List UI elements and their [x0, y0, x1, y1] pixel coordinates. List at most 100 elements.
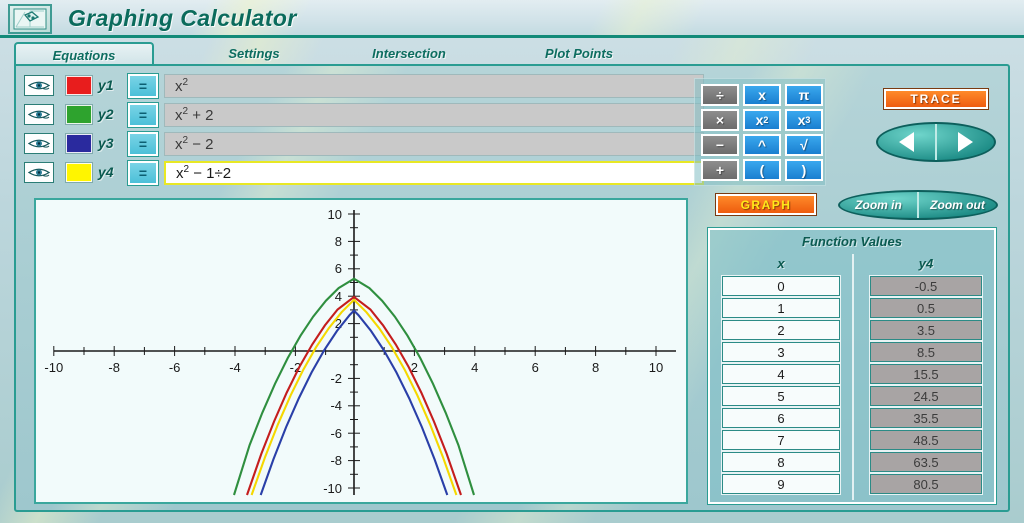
y-value-cell: 3.5 — [870, 320, 982, 340]
multiply-key[interactable]: × — [701, 109, 739, 131]
svg-text:-4: -4 — [330, 398, 342, 413]
left-paren-key[interactable]: ( — [743, 159, 781, 181]
svg-text:6: 6 — [532, 360, 539, 375]
equation-label: y3 — [98, 135, 114, 151]
plus-key[interactable]: + — [701, 159, 739, 181]
x-value-cell[interactable]: 0 — [722, 276, 840, 296]
x-value-cell[interactable]: 1 — [722, 298, 840, 318]
svg-text:6: 6 — [335, 261, 342, 276]
function-values-panel: Function Values x y4 0 -0.5 1 0.5 2 3.5 … — [708, 228, 996, 504]
equation-text: x2 − 2 — [175, 135, 214, 153]
equation-label: y2 — [98, 106, 114, 122]
square-root-key[interactable]: √ — [785, 134, 823, 156]
trace-left-button[interactable] — [878, 124, 937, 160]
equation-input[interactable]: x2 + 2 — [164, 103, 704, 127]
equation-label: y4 — [98, 164, 114, 180]
column-divider — [852, 254, 854, 500]
graph-button[interactable]: GRAPH — [716, 194, 816, 215]
graphing-calculator-window: Graphing Calculator Equations Settings I… — [0, 0, 1024, 523]
y-value-cell: 80.5 — [870, 474, 982, 494]
y-value-cell: 48.5 — [870, 430, 982, 450]
tab-plot-points[interactable]: Plot Points — [504, 42, 654, 66]
y-value-cell: -0.5 — [870, 276, 982, 296]
calculator-keypad: ÷ x π × x2 x3 − ^ √ + ( ) — [694, 78, 826, 186]
color-swatch[interactable] — [66, 163, 92, 182]
equation-text: x2 − 1÷2 — [176, 164, 232, 182]
x-value-cell[interactable]: 4 — [722, 364, 840, 384]
tab-bar: Equations Settings Intersection Plot Poi… — [14, 42, 1010, 66]
equation-label: y1 — [98, 77, 114, 93]
arrow-left-icon — [899, 132, 914, 152]
x-value-cell[interactable]: 6 — [722, 408, 840, 428]
svg-text:8: 8 — [335, 234, 342, 249]
x-value-cell[interactable]: 7 — [722, 430, 840, 450]
color-swatch[interactable] — [66, 76, 92, 95]
y-value-cell: 8.5 — [870, 342, 982, 362]
title-bar: Graphing Calculator — [0, 0, 1024, 38]
svg-text:10: 10 — [328, 207, 342, 222]
equation-input[interactable]: x2 — [164, 74, 704, 98]
page-title: Graphing Calculator — [68, 5, 297, 31]
svg-text:-10: -10 — [323, 481, 342, 496]
trace-right-button[interactable] — [937, 124, 994, 160]
equals-button[interactable]: = — [128, 103, 158, 127]
tab-intersection[interactable]: Intersection — [334, 42, 484, 66]
zoom-out-button[interactable]: Zoom out — [919, 192, 996, 218]
variable-x-key[interactable]: x — [743, 84, 781, 106]
equation-text: x2 + 2 — [175, 106, 214, 124]
eye-icon[interactable] — [24, 133, 54, 154]
y-value-cell: 24.5 — [870, 386, 982, 406]
equation-input-active[interactable]: x2 − 1÷2 — [164, 161, 704, 185]
equals-button[interactable]: = — [128, 132, 158, 156]
app-logo-icon — [8, 4, 52, 34]
eye-icon[interactable] — [24, 104, 54, 125]
x-value-cell[interactable]: 3 — [722, 342, 840, 362]
graph-plot-area[interactable]: -10 -8 -6 -4 -2 2 46 8 10 10 8 64 2 -2 -4 -6 -8… — [34, 198, 688, 504]
divide-key[interactable]: ÷ — [701, 84, 739, 106]
zoom-control-pad: Zoom in Zoom out — [838, 190, 998, 220]
svg-text:-8: -8 — [330, 453, 342, 468]
x-value-cell[interactable]: 5 — [722, 386, 840, 406]
svg-text:8: 8 — [592, 360, 599, 375]
minus-key[interactable]: − — [701, 134, 739, 156]
column-header-x: x — [777, 256, 785, 271]
svg-text:-4: -4 — [229, 360, 241, 375]
x-value-cell[interactable]: 2 — [722, 320, 840, 340]
svg-text:10: 10 — [649, 360, 663, 375]
x-value-cell[interactable]: 9 — [722, 474, 840, 494]
right-paren-key[interactable]: ) — [785, 159, 823, 181]
x-squared-key[interactable]: x2 — [743, 109, 781, 131]
svg-text:-6: -6 — [169, 360, 181, 375]
tab-settings[interactable]: Settings — [184, 42, 324, 66]
equation-input[interactable]: x2 − 2 — [164, 132, 704, 156]
column-header-y4: y4 — [918, 256, 934, 271]
equation-text: x2 — [175, 77, 189, 95]
equals-button[interactable]: = — [128, 161, 158, 185]
svg-text:4: 4 — [471, 360, 478, 375]
x-cubed-key[interactable]: x3 — [785, 109, 823, 131]
y-value-cell: 35.5 — [870, 408, 982, 428]
svg-text:-8: -8 — [108, 360, 120, 375]
y-value-cell: 63.5 — [870, 452, 982, 472]
pi-key[interactable]: π — [785, 84, 823, 106]
svg-text:-10: -10 — [44, 360, 63, 375]
color-swatch[interactable] — [66, 105, 92, 124]
equals-button[interactable]: = — [128, 74, 158, 98]
trace-button[interactable]: TRACE — [884, 89, 988, 109]
equations-panel: y1 = x2 y2 = x2 + 2 y3 = x2 − 2 y4 = x2 … — [14, 64, 1010, 512]
y-value-cell: 0.5 — [870, 298, 982, 318]
trace-arrow-pad — [876, 122, 996, 162]
zoom-in-button[interactable]: Zoom in — [840, 192, 919, 218]
color-swatch[interactable] — [66, 134, 92, 153]
eye-icon[interactable] — [24, 75, 54, 96]
tab-equations[interactable]: Equations — [14, 42, 154, 66]
graph-svg: -10 -8 -6 -4 -2 2 46 8 10 108 64 2-2 -4-6 -8… — [36, 200, 686, 502]
power-key[interactable]: ^ — [743, 134, 781, 156]
eye-icon[interactable] — [24, 162, 54, 183]
svg-text:-6: -6 — [330, 426, 342, 441]
x-value-cell[interactable]: 8 — [722, 452, 840, 472]
svg-text:-2: -2 — [330, 371, 342, 386]
function-values-title: Function Values — [802, 234, 902, 249]
arrow-right-icon — [958, 132, 973, 152]
y-value-cell: 15.5 — [870, 364, 982, 384]
